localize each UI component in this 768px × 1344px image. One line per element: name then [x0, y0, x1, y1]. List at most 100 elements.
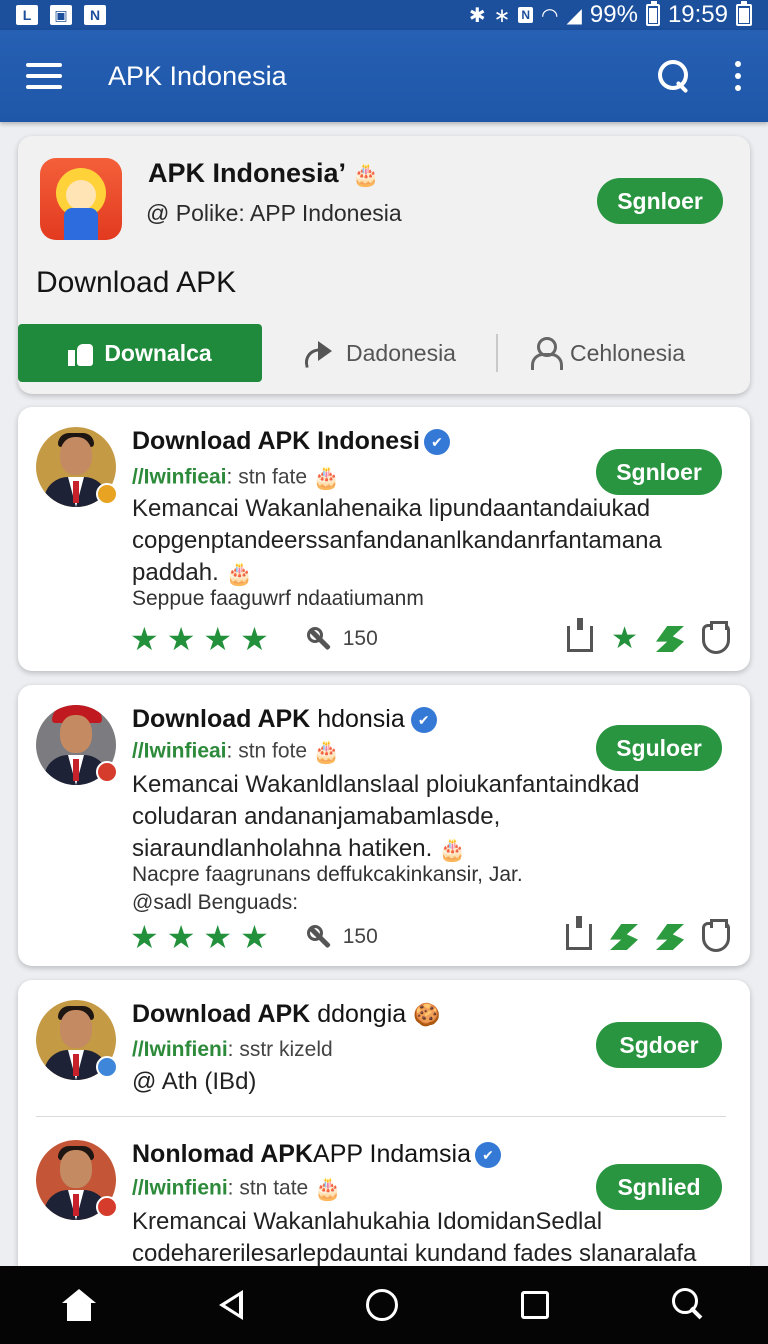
tab-people[interactable]: Cehlonesia: [530, 337, 686, 370]
shield-icon[interactable]: [702, 621, 730, 654]
star-icon[interactable]: ★: [167, 623, 196, 655]
emoji-icon: 🎂: [312, 739, 341, 764]
app-title: APK Indonesia: [108, 60, 287, 91]
reply-count: 150: [342, 925, 378, 948]
avatar-badge-icon: [96, 761, 118, 783]
post-right-icons: ★: [567, 618, 730, 654]
post-author[interactable]: Nonlomad APKAPP Indamsia ✔: [132, 1140, 501, 1169]
status-system: ✱ ∗ N ◠ ◢ 99% 19:59: [469, 1, 752, 29]
emoji-icon: 🎂: [314, 1176, 342, 1201]
battery-percent: 99%: [589, 1, 638, 28]
verified-icon: ✔: [423, 429, 450, 456]
like-icon[interactable]: [567, 618, 594, 652]
tab-divider: [495, 334, 498, 372]
verified-icon: ✔: [410, 707, 437, 734]
avatar-badge-icon: [96, 1056, 118, 1078]
tab-share-label: Dadonesia: [346, 339, 456, 366]
profile-name: APK Indonesia’ 🎂: [148, 158, 380, 188]
avatar-badge-icon: [96, 1196, 118, 1218]
star-icon[interactable]: ★: [240, 921, 269, 953]
post-actions: ★ ★ ★ ★ 150 ★: [130, 618, 730, 655]
tool-icon: [305, 923, 333, 951]
back-icon[interactable]: [218, 1290, 243, 1320]
post-actions: ★ ★ ★ ★ 150: [130, 916, 730, 953]
tab-download-label: Downalca: [104, 339, 212, 366]
post-divider: [36, 1116, 726, 1117]
home-circle-icon[interactable]: [365, 1289, 398, 1321]
like-icon[interactable]: [566, 916, 592, 950]
feed[interactable]: APK Indonesia’ 🎂 @ Polike: APP Indonesia…: [0, 122, 768, 1266]
search-icon[interactable]: [656, 58, 692, 94]
star-icon[interactable]: ★: [130, 921, 159, 953]
more-icon[interactable]: [734, 61, 742, 91]
emoji-icon: 🎂: [312, 465, 341, 490]
post-handle: //Iwinfieni: stn tate 🎂: [132, 1176, 342, 1201]
follow-button[interactable]: Sguloer: [596, 725, 722, 771]
retweet-icon[interactable]: [656, 924, 684, 950]
tab-share[interactable]: Dadonesia: [302, 339, 456, 367]
post-body: Kemancai Wakanlahenaika lipundaantandaiu…: [132, 493, 712, 590]
follow-button[interactable]: Sgnloer: [597, 178, 723, 224]
post-body: Kemancai Wakanldlanslaal ploiukanfantain…: [132, 769, 712, 866]
emoji-icon: 🎂: [352, 161, 380, 187]
avatar-badge-icon: [96, 483, 118, 505]
recents-icon[interactable]: [521, 1291, 550, 1319]
system-nav-bar: [0, 1266, 768, 1344]
post-meta-mention: @sadl Benguads:: [132, 891, 299, 914]
post-body: @ Ath (IBd): [132, 1068, 257, 1095]
follow-button[interactable]: Sgdoer: [596, 1022, 722, 1068]
notification-n-icon: N: [84, 5, 106, 25]
bluetooth-icon: ✱: [468, 4, 486, 27]
star-icon[interactable]: ★: [130, 623, 159, 655]
app-bar: APK Indonesia: [0, 30, 768, 122]
tab-bar: Downalca Dadonesia Cehlonesia: [18, 324, 750, 382]
star-icon[interactable]: ★: [167, 921, 196, 953]
reply-count: 150: [342, 627, 378, 650]
signal-icon: ◢: [566, 4, 582, 27]
reply-button[interactable]: 150: [305, 625, 378, 653]
verified-icon: ✔: [475, 1142, 501, 1169]
post-author[interactable]: Download APK Indonesi ✔: [132, 427, 450, 456]
follow-button[interactable]: Sgnloer: [596, 449, 722, 495]
post-card-group[interactable]: Download APK ddongia 🍪 //Iwinfieni: sstr…: [18, 980, 750, 1266]
app-logo: [40, 158, 122, 240]
follow-button[interactable]: Sgnlied: [596, 1164, 722, 1210]
emoji-icon: 🍪: [413, 1002, 441, 1028]
post-meta: Nacpre faagrunans deffukcakinkansir, Jar…: [132, 863, 523, 886]
post-card[interactable]: Download APK Indonesi ✔ //Iwinfieai: stn …: [18, 407, 750, 671]
section-title: Download APK: [36, 266, 237, 299]
wifi-icon: ◠: [541, 4, 559, 27]
menu-icon[interactable]: [26, 63, 62, 89]
post-author[interactable]: Download APK hdonsia ✔: [132, 705, 437, 734]
post-body: Kremancai Wakanlahukahia IdomidanSedlal …: [132, 1208, 697, 1266]
post-author[interactable]: Download APK ddongia 🍪: [132, 1000, 441, 1029]
post-card[interactable]: Download APK hdonsia ✔ //Iwinfieai: stn f…: [18, 685, 750, 966]
post-right-icons: [566, 916, 730, 952]
star-icon[interactable]: ★: [240, 623, 269, 655]
post-handle: //Iwinfieni: sstr kizeld: [132, 1038, 333, 1061]
retweet-icon[interactable]: [610, 924, 638, 950]
app-actions: [656, 58, 742, 94]
notification-photo-icon: ▣: [50, 5, 72, 25]
shield-icon[interactable]: [702, 919, 730, 952]
post-meta: Seppue faaguwrf ndaatiumanm: [132, 587, 424, 610]
clock: 19:59: [667, 1, 728, 28]
tab-download[interactable]: Downalca: [18, 324, 262, 382]
post-handle: //Iwinfieai: stn fate 🎂: [132, 465, 341, 490]
battery-full-icon: [736, 1, 752, 26]
star-icon[interactable]: ★: [203, 921, 232, 953]
favorite-icon[interactable]: ★: [611, 624, 638, 654]
tab-people-label: Cehlonesia: [569, 339, 686, 366]
home-icon[interactable]: [61, 1289, 96, 1321]
tool-icon: [305, 625, 333, 653]
profile-card: APK Indonesia’ 🎂 @ Polike: APP Indonesia…: [18, 136, 750, 394]
bluetooth-small-icon: ∗: [493, 4, 511, 27]
profile-handle: @ Polike: APP Indonesia: [146, 200, 402, 226]
status-notifications: L ▣ N: [16, 5, 106, 25]
reply-button[interactable]: 150: [305, 923, 378, 951]
retweet-icon[interactable]: [656, 626, 684, 652]
battery-icon: [645, 1, 660, 26]
star-icon[interactable]: ★: [203, 623, 232, 655]
nav-search-icon[interactable]: [672, 1288, 706, 1322]
share-icon: [302, 339, 334, 367]
